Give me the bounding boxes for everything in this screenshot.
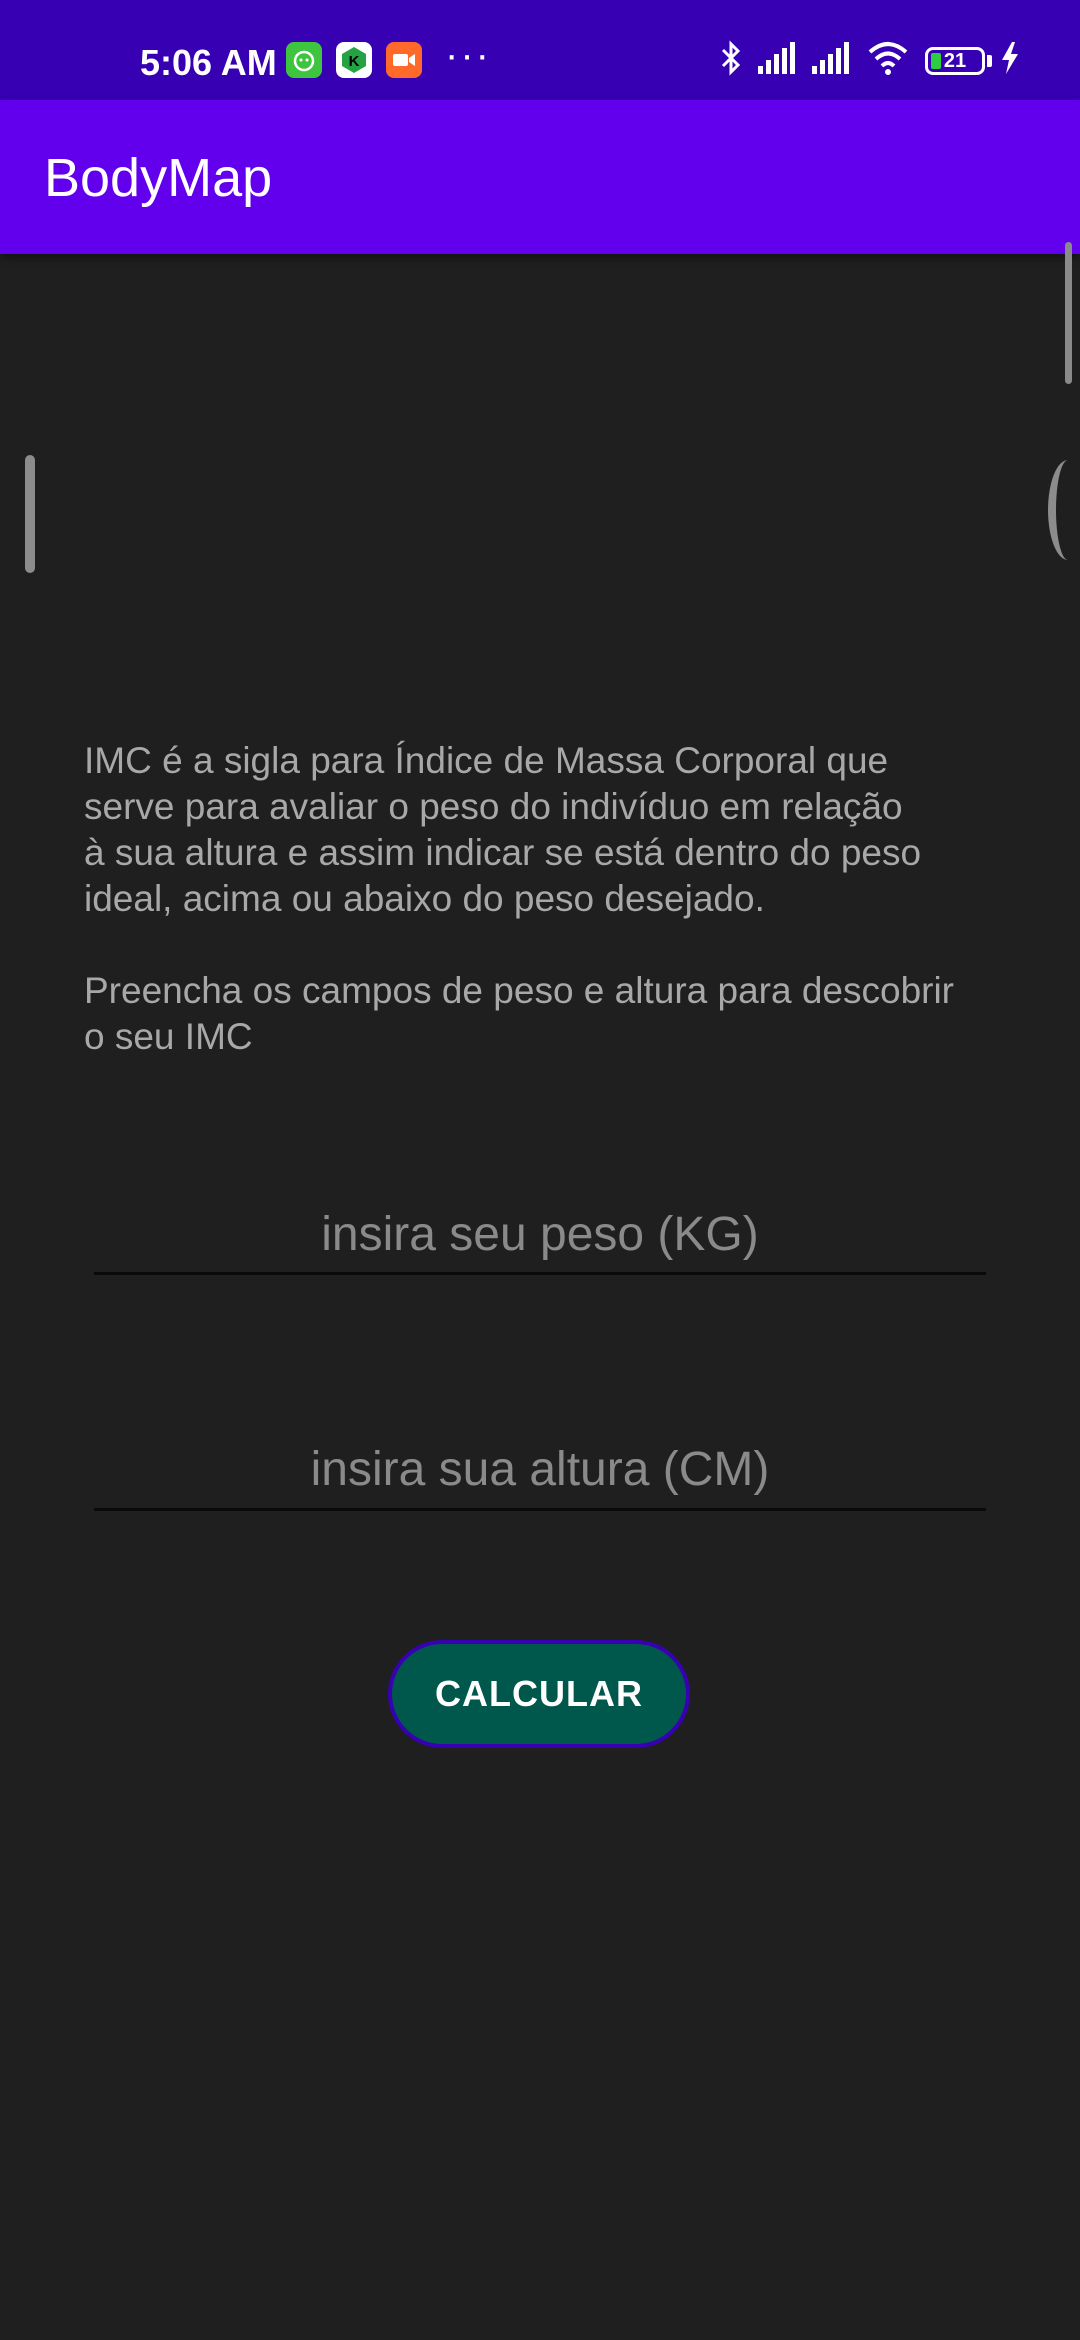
- battery-tip: [987, 55, 992, 67]
- description-paragraph: IMC é a sigla para Índice de Massa Corpo…: [84, 740, 922, 919]
- scrollbar[interactable]: [1065, 242, 1072, 384]
- k-app-icon: K: [336, 42, 372, 78]
- instruction-paragraph: Preencha os campos de peso e altura para…: [84, 970, 955, 1057]
- battery-icon: 21: [925, 47, 985, 75]
- status-time: 5:06 AM: [140, 42, 277, 83]
- edge-gesture-handle-left[interactable]: [25, 455, 35, 573]
- wifi-icon: [866, 38, 910, 88]
- svg-text:K: K: [349, 53, 360, 70]
- video-call-icon: [386, 42, 422, 78]
- cat-app-icon: [286, 42, 322, 78]
- more-notifications-icon: ···: [445, 33, 491, 77]
- status-bar: 5:06 AM K ··· 21: [0, 0, 1080, 100]
- app-title: BodyMap: [44, 148, 273, 208]
- charging-icon: [998, 38, 1022, 88]
- calculate-button[interactable]: CALCULAR: [388, 1640, 690, 1748]
- bluetooth-icon: [718, 38, 744, 88]
- cell-signal-icon: [756, 38, 798, 88]
- imc-description: IMC é a sigla para Índice de Massa Corpo…: [84, 738, 1004, 1060]
- edge-gesture-handle-right[interactable]: [1048, 460, 1080, 560]
- height-input[interactable]: [94, 1430, 986, 1511]
- weight-input[interactable]: [94, 1196, 986, 1275]
- battery-level: 21: [943, 50, 967, 72]
- app-bar: BodyMap: [0, 100, 1080, 254]
- cell-signal-icon: [810, 38, 852, 88]
